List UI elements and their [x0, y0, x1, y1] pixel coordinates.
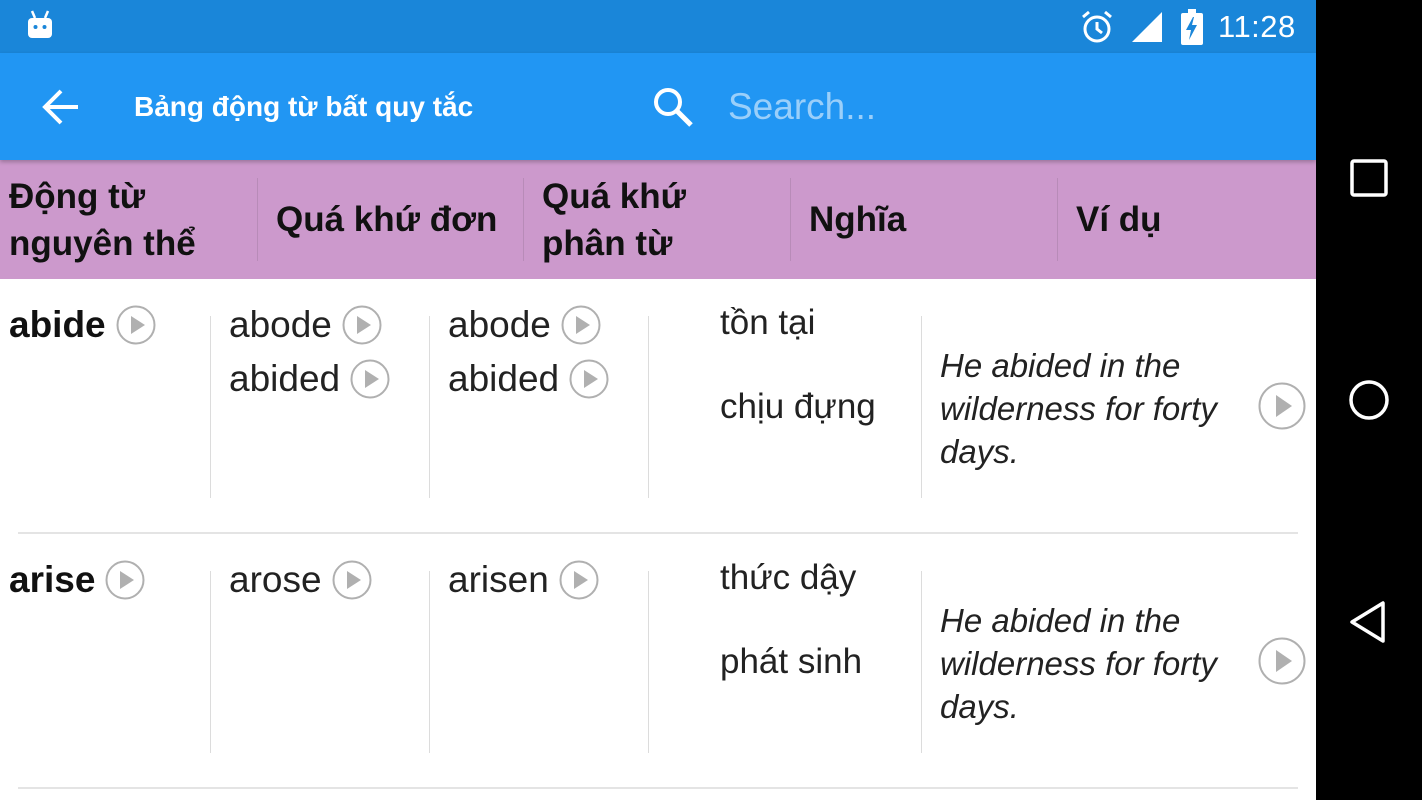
- base-form-word: arise: [9, 559, 96, 600]
- column-separator: [921, 316, 922, 498]
- play-audio-icon[interactable]: [105, 560, 145, 600]
- example-sentence: He abided in the wilderness for forty da…: [940, 599, 1260, 728]
- header-separator: [523, 178, 524, 261]
- header-past-participle-line1: Quá khứ: [542, 176, 686, 216]
- past-participle-cell: abode: [448, 304, 601, 346]
- column-separator: [648, 316, 649, 498]
- past-participle-cell: abided: [448, 358, 609, 400]
- battery-charging-icon: [1181, 9, 1203, 45]
- table-header: Động từ nguyên thể Quá khứ đơn Quá khứ phâ…: [0, 160, 1316, 279]
- past-simple-cell: arose: [229, 559, 372, 601]
- play-audio-icon[interactable]: [342, 305, 382, 345]
- header-example-label: Ví dụ: [1076, 200, 1162, 239]
- table-row: arise arose arisen thức dậy phát sinh He…: [0, 534, 1316, 789]
- column-separator: [429, 571, 430, 753]
- play-audio-icon[interactable]: [559, 560, 599, 600]
- header-past-participle: Quá khứ phân từ: [542, 160, 787, 279]
- header-past-simple-label: Quá khứ đơn: [276, 200, 498, 239]
- column-separator: [648, 571, 649, 753]
- column-separator: [921, 571, 922, 753]
- past-simple-word: abided: [229, 358, 341, 399]
- search-icon[interactable]: [652, 86, 694, 128]
- play-audio-icon[interactable]: [116, 305, 156, 345]
- past-participle-word: abided: [448, 358, 560, 399]
- header-base-form-line1: Động từ: [9, 176, 146, 216]
- header-meaning: Nghĩa: [809, 160, 1054, 279]
- example-line: days.: [940, 433, 1019, 470]
- example-sentence: He abided in the wilderness for forty da…: [940, 344, 1260, 473]
- row-divider: [18, 787, 1298, 789]
- header-past-participle-line2: phân từ: [542, 223, 673, 263]
- header-example: Ví dụ: [1076, 160, 1306, 279]
- header-base-form-line2: nguyên thể: [9, 223, 196, 263]
- header-separator: [257, 178, 258, 261]
- column-separator: [210, 571, 211, 753]
- column-separator: [429, 316, 430, 498]
- search-input[interactable]: [728, 79, 1288, 135]
- alarm-icon: [1082, 10, 1112, 43]
- signal-icon: [1132, 12, 1162, 42]
- play-audio-icon[interactable]: [350, 359, 390, 399]
- app-screen: 11:28 Bảng động từ bất quy tắc Động từ ng…: [0, 0, 1316, 800]
- past-simple-word: arose: [229, 559, 322, 600]
- meaning-text: tồn tại: [720, 303, 816, 342]
- navigation-bar: [1316, 0, 1422, 800]
- back-arrow-icon[interactable]: [40, 87, 82, 127]
- play-example-icon[interactable]: [1258, 637, 1306, 685]
- past-participle-cell: arisen: [448, 559, 599, 601]
- past-simple-cell: abode: [229, 304, 382, 346]
- header-separator: [790, 178, 791, 261]
- play-audio-icon[interactable]: [569, 359, 609, 399]
- past-simple-word: abode: [229, 304, 332, 345]
- meaning-text: chịu đựng: [720, 387, 876, 426]
- page-title: Bảng động từ bất quy tắc: [134, 91, 474, 122]
- past-participle-word: abode: [448, 304, 551, 345]
- app-bar: Bảng động từ bất quy tắc: [0, 53, 1316, 160]
- play-example-icon[interactable]: [1258, 382, 1306, 430]
- recents-square-icon[interactable]: [1346, 155, 1392, 201]
- example-line: He abided in the: [940, 347, 1181, 384]
- status-bar: 11:28: [0, 0, 1316, 53]
- play-audio-icon[interactable]: [332, 560, 372, 600]
- base-form-cell: abide: [9, 304, 156, 346]
- status-clock: 11:28: [1218, 9, 1296, 44]
- example-line: days.: [940, 688, 1019, 725]
- example-line: He abided in the: [940, 602, 1181, 639]
- header-base-form: Động từ nguyên thể: [9, 160, 254, 279]
- meaning-text: phát sinh: [720, 642, 863, 681]
- meaning-text: thức dậy: [720, 558, 857, 597]
- base-form-cell: arise: [9, 559, 145, 601]
- example-line: wilderness for forty: [940, 390, 1217, 427]
- android-debug-icon: [28, 10, 52, 38]
- header-meaning-label: Nghĩa: [809, 200, 907, 239]
- header-past-simple: Quá khứ đơn: [276, 160, 521, 279]
- past-participle-word: arisen: [448, 559, 549, 600]
- header-separator: [1057, 178, 1058, 261]
- home-circle-icon[interactable]: [1346, 377, 1392, 423]
- back-triangle-icon[interactable]: [1346, 599, 1392, 645]
- play-audio-icon[interactable]: [561, 305, 601, 345]
- base-form-word: abide: [9, 304, 106, 345]
- column-separator: [210, 316, 211, 498]
- example-line: wilderness for forty: [940, 645, 1217, 682]
- table-row: abide abode abided abode abided tồn tại …: [0, 279, 1316, 534]
- past-simple-cell: abided: [229, 358, 390, 400]
